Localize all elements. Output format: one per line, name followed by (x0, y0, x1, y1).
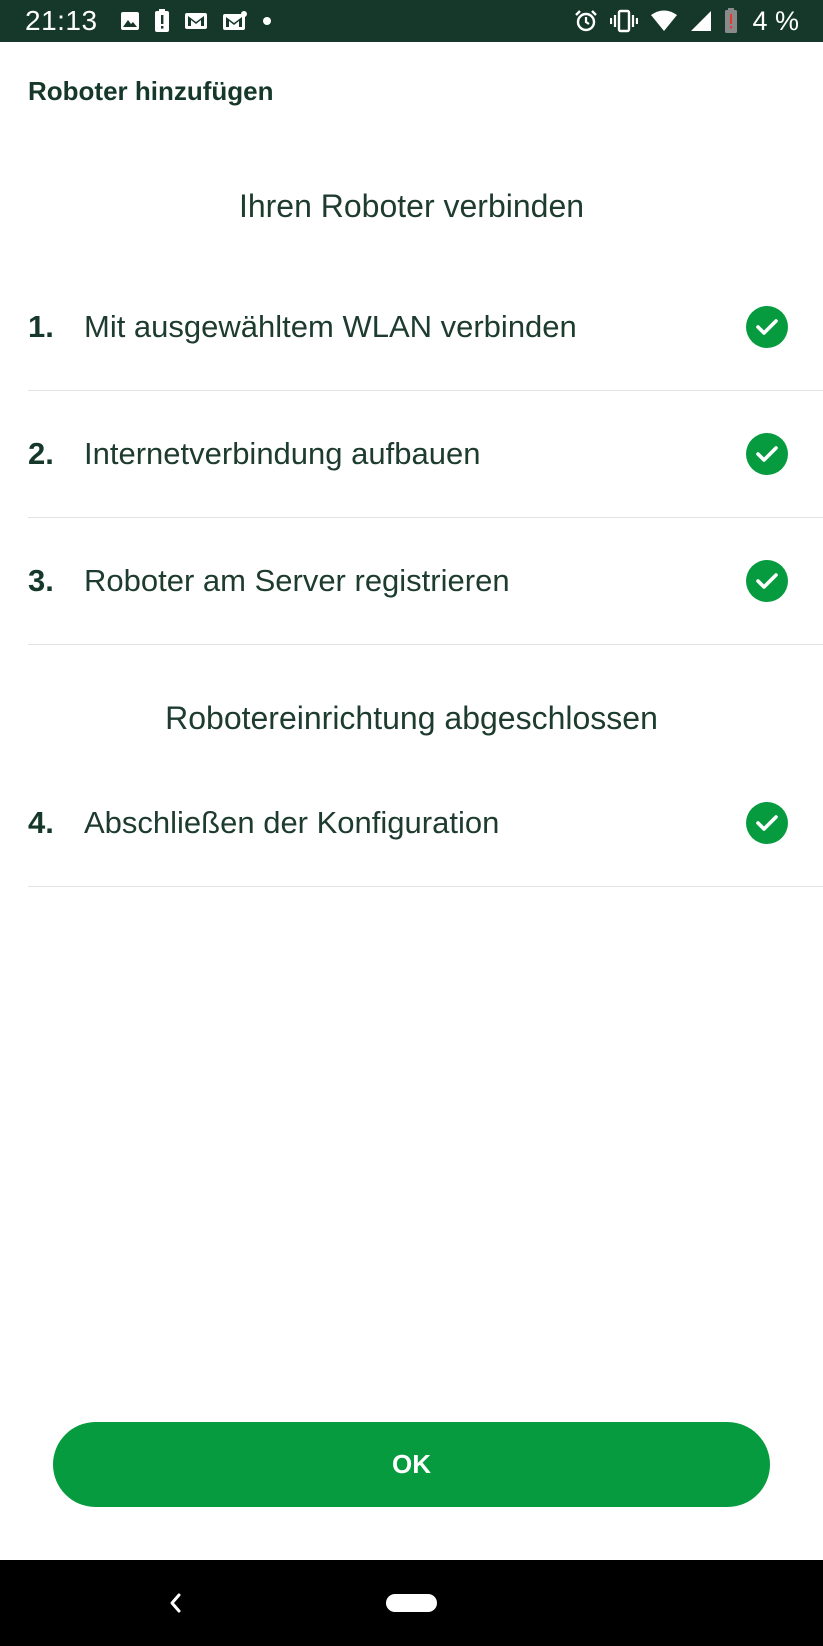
ok-button[interactable]: OK (53, 1422, 770, 1507)
check-circle-icon (746, 560, 788, 602)
home-pill-button[interactable] (386, 1594, 437, 1612)
step-label: Internetverbindung aufbauen (84, 436, 481, 471)
step-row: 2. Internetverbindung aufbauen (28, 391, 823, 518)
step-label: Mit ausgewähltem WLAN verbinden (84, 309, 577, 344)
notification-icons (120, 8, 272, 34)
alert-icon (154, 9, 170, 33)
step-row: 3. Roboter am Server registrieren (28, 518, 823, 645)
vibrate-icon (610, 9, 639, 33)
signal-icon (690, 10, 712, 32)
alarm-icon (574, 9, 598, 33)
step-row: 4. Abschließen der Konfiguration (28, 760, 823, 887)
step-number: 2. (28, 436, 54, 471)
check-circle-icon (746, 802, 788, 844)
step-label: Roboter am Server registrieren (84, 563, 510, 598)
step-number: 3. (28, 563, 54, 598)
gmail-icon (222, 10, 248, 32)
back-icon[interactable] (160, 1586, 190, 1620)
section-heading-complete: Robotereinrichtung abgeschlossen (165, 700, 658, 736)
dot-icon (262, 16, 272, 26)
navigation-bar (0, 1560, 823, 1646)
status-bar: 21:13 4 % (0, 0, 823, 42)
check-circle-icon (746, 306, 788, 348)
battery-icon (724, 8, 738, 34)
step-number: 1. (28, 309, 54, 344)
section-heading-connect: Ihren Roboter verbinden (238, 188, 585, 224)
system-icons: 4 % (574, 6, 799, 36)
page-title: Roboter hinzufügen (28, 76, 274, 106)
step-number: 4. (28, 805, 54, 840)
gmail-icon (184, 11, 208, 31)
image-icon (120, 11, 140, 31)
wifi-icon (650, 10, 678, 32)
step-label: Abschließen der Konfiguration (84, 805, 500, 840)
check-circle-icon (746, 433, 788, 475)
step-row: 1. Mit ausgewähltem WLAN verbinden (28, 264, 823, 391)
status-time: 21:13 (25, 5, 98, 36)
battery-percentage: 4 % (752, 6, 799, 36)
